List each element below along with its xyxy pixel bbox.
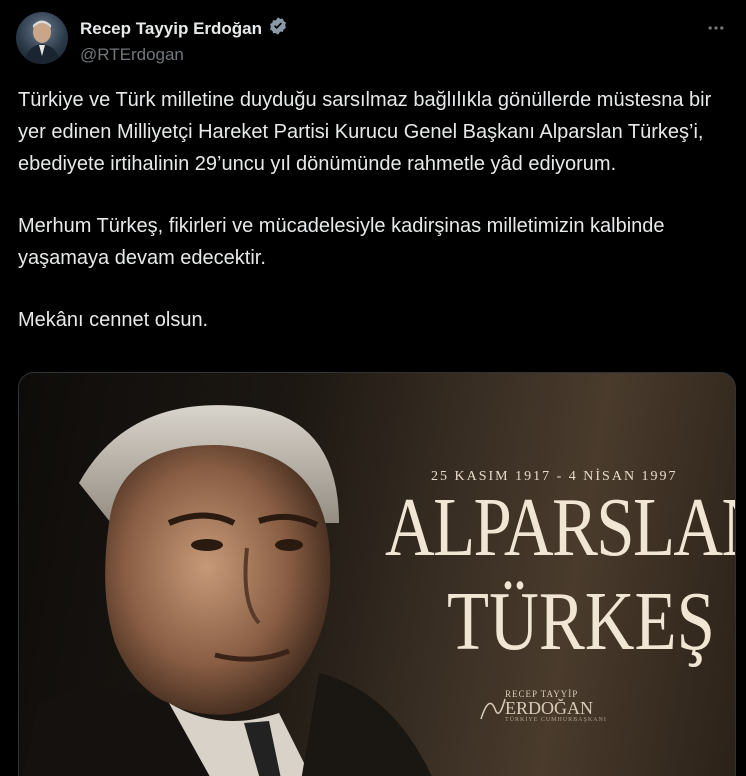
tweet-header: Recep Tayyip Erdoğan @RTErdogan <box>16 12 730 68</box>
tweet-paragraph: Mekânı cennet olsun. <box>18 309 209 331</box>
display-name[interactable]: Recep Tayyip Erdoğan <box>80 19 262 39</box>
tweet-paragraph: Türkiye ve Türk milletine duyduğu sarsıl… <box>18 89 712 175</box>
tweet-media-image[interactable]: 25 KASIM 1917 - 4 NİSAN 1997 ALPARSLAN T… <box>18 372 736 776</box>
last-name-text: TÜRKEŞ <box>447 575 715 668</box>
avatar[interactable] <box>16 12 68 64</box>
signature-name-text: ERDOĞAN <box>505 698 593 718</box>
first-name-text: ALPARSLAN <box>385 481 736 574</box>
name-row: Recep Tayyip Erdoğan <box>80 16 288 41</box>
author-handle[interactable]: @RTErdogan <box>80 45 288 65</box>
tweet-paragraph: Merhum Türkeş, fikirleri ve mücadelesiyl… <box>18 215 665 269</box>
author-names: Recep Tayyip Erdoğan @RTErdogan <box>80 16 288 65</box>
signature-block: RECEP TAYYİP ERDOĞAN TÜRKİYE CUMHURBAŞKA… <box>505 689 607 723</box>
verified-badge-icon <box>268 16 288 41</box>
tweet-text: Türkiye ve Türk milletine duyduğu sarsıl… <box>18 84 734 366</box>
signature-bottom-text: TÜRKİYE CUMHURBAŞKANI <box>505 717 607 723</box>
avatar-portrait <box>24 20 60 64</box>
more-horizontal-icon[interactable] <box>702 14 730 42</box>
tweet: Recep Tayyip Erdoğan @RTErdogan Türkiye … <box>0 0 746 776</box>
